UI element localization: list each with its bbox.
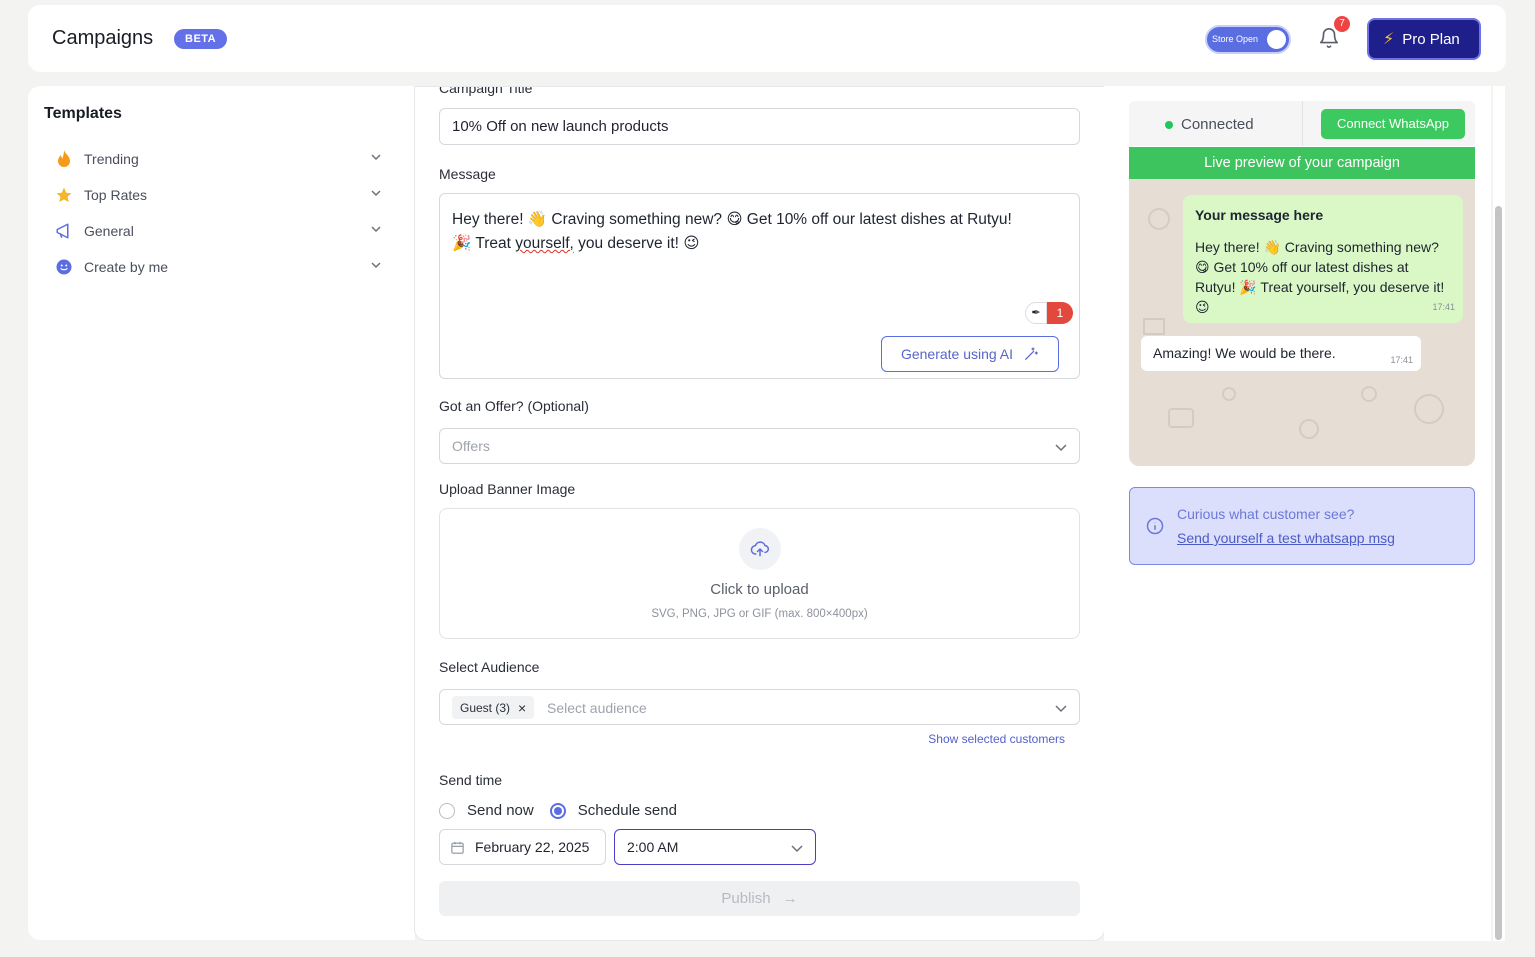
page-title: Campaigns bbox=[52, 27, 154, 49]
show-selected-customers-link[interactable]: Show selected customers bbox=[928, 732, 1065, 746]
message-text-part2: 🎉 Treat bbox=[452, 235, 516, 252]
preview-panel: Connected Connect WhatsApp Live preview … bbox=[1104, 86, 1491, 941]
sidebar-item-general[interactable]: General bbox=[54, 217, 384, 245]
send-time-options: Send now Schedule send bbox=[439, 802, 677, 819]
magic-wand-icon bbox=[1025, 347, 1038, 360]
upload-icon-wrap bbox=[739, 528, 781, 570]
incoming-message-bubble: Amazing! We would be there. 17:41 bbox=[1141, 336, 1421, 371]
notification-badge: 7 bbox=[1334, 16, 1350, 32]
megaphone-icon bbox=[54, 221, 74, 241]
offers-placeholder: Offers bbox=[452, 438, 490, 454]
schedule-send-radio[interactable] bbox=[549, 802, 566, 819]
send-now-radio[interactable] bbox=[439, 802, 455, 819]
chevron-down-icon bbox=[1055, 444, 1067, 452]
sidebar-item-label: General bbox=[84, 223, 134, 239]
pro-plan-button[interactable]: ⚡ Pro Plan bbox=[1367, 18, 1481, 60]
arrow-right-icon: → bbox=[782, 890, 798, 907]
bolt-icon: ⚡ bbox=[1383, 31, 1395, 48]
message-label: Message bbox=[439, 166, 496, 182]
chevron-down-icon bbox=[371, 154, 381, 161]
time-value: 2:00 AM bbox=[627, 839, 679, 855]
store-open-toggle[interactable]: Store Open bbox=[1205, 25, 1291, 54]
message-text-part3: you deserve it! 😉 bbox=[573, 235, 700, 252]
sidebar-item-label: Trending bbox=[84, 151, 139, 167]
sidebar-item-top-rates[interactable]: Top Rates bbox=[54, 181, 384, 209]
offers-select[interactable]: Offers bbox=[439, 428, 1080, 464]
schedule-send-label: Schedule send bbox=[577, 802, 677, 819]
generate-ai-label: Generate using AI bbox=[900, 346, 1014, 362]
close-icon[interactable]: × bbox=[518, 700, 526, 716]
connection-bar: Connected Connect WhatsApp bbox=[1129, 101, 1475, 146]
live-preview-banner: Live preview of your campaign bbox=[1129, 147, 1475, 179]
chat-preview: Your message here Hey there! 👋 Craving s… bbox=[1129, 179, 1475, 466]
info-question: Curious what customer see? bbox=[1177, 506, 1355, 522]
star-icon bbox=[54, 185, 74, 205]
toggle-knob bbox=[1267, 30, 1286, 49]
sidebar-item-label: Create by me bbox=[84, 259, 169, 275]
upload-hint: SVG, PNG, JPG or GIF (max. 800×400px) bbox=[651, 608, 868, 620]
pro-plan-label: Pro Plan bbox=[1402, 30, 1460, 48]
date-value: February 22, 2025 bbox=[475, 839, 590, 855]
date-picker[interactable]: February 22, 2025 bbox=[439, 829, 606, 865]
outgoing-message-bubble: Your message here Hey there! 👋 Craving s… bbox=[1183, 195, 1463, 323]
divider bbox=[1302, 101, 1303, 146]
info-icon bbox=[1146, 517, 1164, 535]
spelling-error-word[interactable]: yourself, bbox=[515, 235, 574, 252]
scrollbar-thumb[interactable] bbox=[1495, 206, 1502, 940]
page-scrollbar[interactable] bbox=[1493, 86, 1505, 941]
fire-icon bbox=[54, 149, 74, 169]
test-message-callout: Curious what customer see? Send yourself… bbox=[1129, 487, 1475, 565]
campaign-form: Campaign Title 10% Off on new launch pro… bbox=[414, 86, 1105, 941]
status-dot-icon bbox=[1165, 121, 1173, 129]
generate-ai-button[interactable]: Generate using AI bbox=[881, 336, 1059, 372]
upload-dropzone[interactable]: Click to upload SVG, PNG, JPG or GIF (ma… bbox=[439, 508, 1080, 639]
bubble-time: 17:41 bbox=[1432, 302, 1455, 312]
time-select[interactable]: 2:00 AM bbox=[614, 829, 816, 865]
send-time-label: Send time bbox=[439, 772, 503, 788]
bubble-text: Hey there! 👋 Craving something new? 😋 Ge… bbox=[1195, 239, 1445, 315]
beta-badge: BETA bbox=[174, 29, 228, 49]
smiley-icon bbox=[54, 257, 74, 277]
send-now-label: Send now bbox=[467, 802, 534, 819]
chevron-down-icon bbox=[791, 845, 803, 853]
send-test-message-link[interactable]: Send yourself a test whatsapp msg bbox=[1177, 530, 1395, 546]
publish-button[interactable]: Publish → bbox=[439, 881, 1080, 916]
audience-label: Select Audience bbox=[439, 659, 540, 675]
upload-title: Click to upload bbox=[710, 581, 809, 598]
audience-placeholder: Select audience bbox=[547, 700, 647, 716]
offer-label: Got an Offer? (Optional) bbox=[439, 398, 589, 414]
chevron-down-icon bbox=[371, 226, 381, 233]
campaign-title-label: Campaign Title bbox=[439, 86, 533, 96]
cloud-upload-icon bbox=[750, 541, 769, 557]
upload-label: Upload Banner Image bbox=[439, 481, 576, 497]
templates-sidebar: Templates Trending Top Rates General Cre… bbox=[28, 86, 415, 940]
feather-icon: ✒ bbox=[1025, 302, 1047, 324]
sidebar-title: Templates bbox=[44, 105, 122, 122]
sidebar-item-create-by-me[interactable]: Create by me bbox=[54, 253, 384, 281]
bubble-title: Your message here bbox=[1195, 207, 1324, 223]
top-header: Campaigns BETA Store Open 7 ⚡ Pro Plan bbox=[28, 5, 1506, 72]
sidebar-item-trending[interactable]: Trending bbox=[54, 145, 384, 173]
sidebar-item-label: Top Rates bbox=[84, 187, 148, 203]
calendar-icon bbox=[451, 841, 464, 854]
connection-status: Connected bbox=[1181, 116, 1254, 133]
audience-chip: Guest (3) × bbox=[452, 696, 535, 719]
campaign-title-input[interactable]: 10% Off on new launch products bbox=[439, 108, 1080, 145]
grammar-checker[interactable]: ✒ 1 bbox=[1025, 302, 1073, 324]
publish-label: Publish bbox=[721, 890, 771, 907]
audience-select[interactable]: Guest (3) × Select audience bbox=[439, 689, 1080, 725]
audience-chip-label: Guest (3) bbox=[460, 700, 511, 715]
chevron-down-icon bbox=[1055, 705, 1067, 713]
toggle-label: Store Open bbox=[1212, 34, 1259, 44]
reply-time: 17:41 bbox=[1390, 355, 1413, 365]
chevron-down-icon bbox=[371, 262, 381, 269]
message-text-line1: Hey there! 👋 Craving something new? 😋 Ge… bbox=[452, 211, 1012, 228]
chevron-down-icon bbox=[371, 190, 381, 197]
message-textarea[interactable]: Hey there! 👋 Craving something new? 😋 Ge… bbox=[439, 193, 1080, 379]
grammar-count: 1 bbox=[1047, 302, 1073, 324]
connect-whatsapp-button[interactable]: Connect WhatsApp bbox=[1321, 109, 1465, 139]
reply-text: Amazing! We would be there. bbox=[1153, 345, 1336, 361]
